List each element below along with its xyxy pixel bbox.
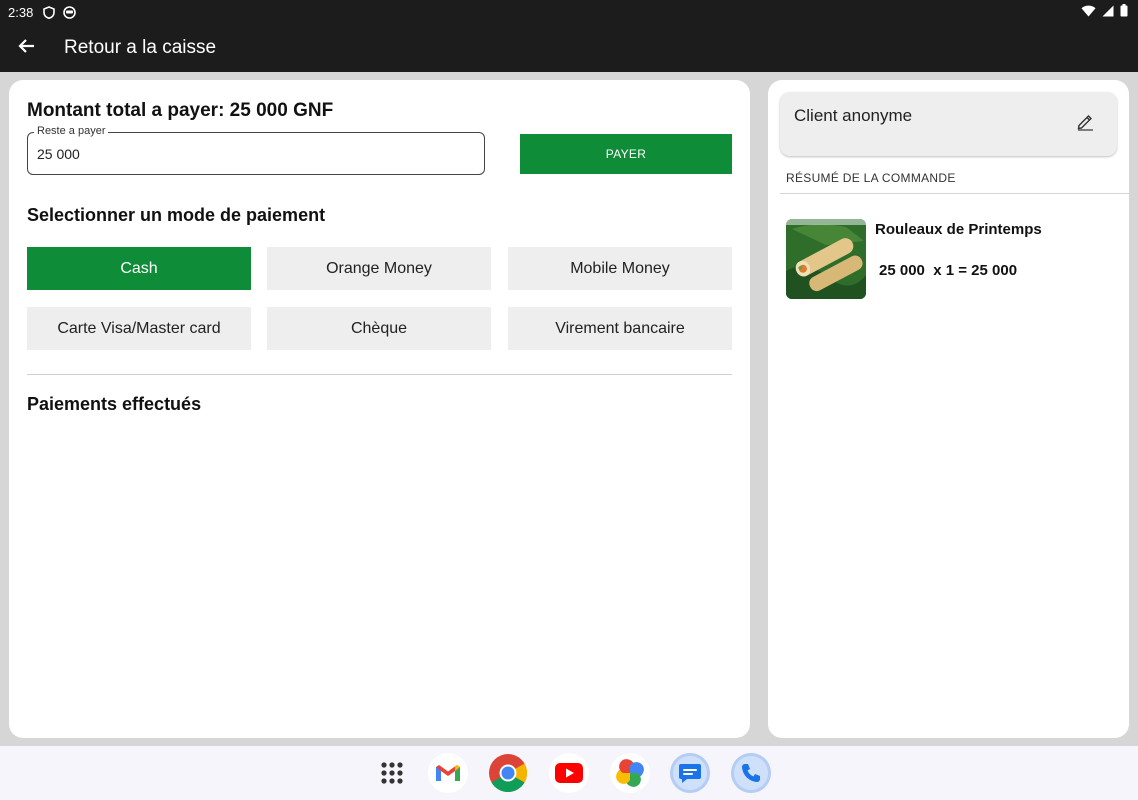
battery-icon	[1120, 4, 1128, 20]
summary-divider	[780, 193, 1129, 194]
mode-button-mobile-money[interactable]: Mobile Money	[508, 247, 732, 290]
pay-button[interactable]: PAYER	[520, 134, 732, 174]
payment-panel: Montant total a payer: 25 000 GNF Reste …	[9, 80, 750, 738]
gmail-icon[interactable]	[428, 753, 468, 793]
mode-button-cash[interactable]: Cash	[27, 247, 251, 290]
wifi-icon	[1081, 5, 1096, 20]
client-name: Client anonyme	[794, 106, 913, 125]
order-summary-label: RÉSUMÉ DE LA COMMANDE	[786, 171, 956, 185]
remaining-input[interactable]	[28, 133, 484, 174]
order-summary-panel: Client anonyme RÉSUMÉ DE LA COMMANDE Rou…	[768, 80, 1129, 738]
payment-mode-title: Selectionner un mode de paiement	[27, 205, 326, 225]
app-dock	[0, 746, 1138, 800]
total-amount-title: Montant total a payer: 25 000 GNF	[27, 100, 334, 121]
page-title: Retour a la caisse	[64, 37, 217, 58]
chrome-icon[interactable]	[488, 753, 528, 793]
mode-button-card[interactable]: Carte Visa/Master card	[27, 307, 251, 350]
youtube-icon[interactable]	[549, 753, 589, 793]
shield-icon	[43, 5, 56, 19]
payments-made-title: Paiements effectués	[27, 394, 202, 414]
item-name: Rouleaux de Printemps	[875, 221, 1042, 238]
phone-icon[interactable]	[731, 753, 771, 793]
edit-client-button[interactable]	[1073, 112, 1097, 136]
item-price-calc: 25 000 x 1 = 25 000	[879, 262, 1018, 279]
signal-icon	[1102, 5, 1114, 20]
item-image	[786, 219, 866, 299]
section-divider	[27, 374, 732, 375]
mode-button-bank-transfer[interactable]: Virement bancaire	[508, 307, 732, 350]
remaining-field: Reste a payer	[27, 125, 485, 175]
status-bar: 2:38	[0, 0, 1138, 24]
status-time: 2:38	[8, 4, 34, 20]
photos-icon[interactable]	[610, 753, 650, 793]
face-icon	[63, 5, 77, 19]
arrow-left-icon	[17, 38, 35, 59]
client-card[interactable]: Client anonyme	[780, 92, 1117, 156]
app-bar: Retour a la caisse	[0, 24, 1138, 72]
mode-button-orange-money[interactable]: Orange Money	[267, 247, 491, 290]
pencil-icon	[1076, 112, 1095, 136]
mode-button-cheque[interactable]: Chèque	[267, 307, 491, 350]
messages-icon[interactable]	[670, 753, 710, 793]
app-grid-icon[interactable]	[372, 753, 412, 793]
back-button[interactable]	[2, 24, 50, 72]
remaining-field-label: Reste a payer	[34, 125, 109, 137]
